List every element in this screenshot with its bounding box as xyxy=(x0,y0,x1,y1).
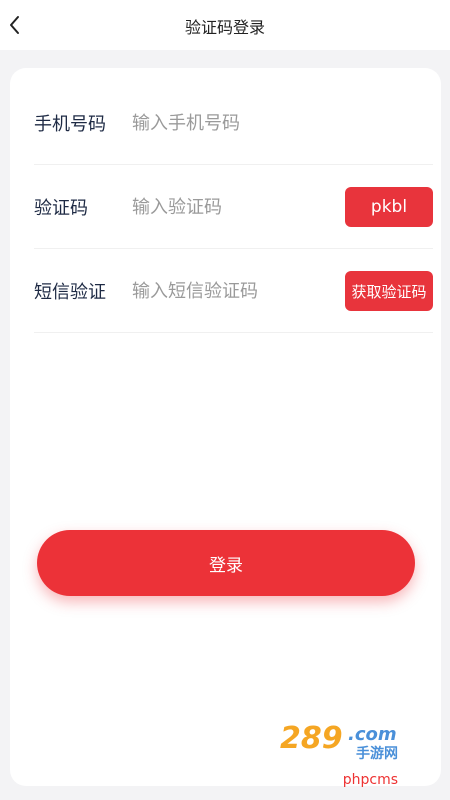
sms-code-input[interactable] xyxy=(132,280,312,302)
captcha-row: 验证码 pkbl xyxy=(34,166,433,249)
footer-watermark-text: phpcms xyxy=(342,772,398,788)
phone-label: 手机号码 xyxy=(34,114,106,135)
get-sms-code-button[interactable]: 获取验证码 xyxy=(345,271,433,311)
svg-text:.com: .com xyxy=(348,724,397,745)
phone-input-wrap xyxy=(132,112,433,134)
captcha-input[interactable] xyxy=(132,196,312,218)
sms-label: 短信验证 xyxy=(34,282,106,303)
phone-input[interactable] xyxy=(132,112,312,134)
nav-bar: 验证码登录 xyxy=(0,0,450,50)
svg-text:289: 289 xyxy=(280,721,343,756)
sms-input-wrap xyxy=(132,280,345,302)
sms-row: 短信验证 获取验证码 xyxy=(34,250,433,333)
captcha-image[interactable]: pkbl xyxy=(345,187,433,227)
page-title: 验证码登录 xyxy=(184,18,265,37)
site-logo-watermark: 289 .com 手游网 xyxy=(280,721,398,760)
login-button[interactable]: 登录 xyxy=(37,530,415,596)
captcha-input-wrap xyxy=(132,196,345,218)
captcha-label: 验证码 xyxy=(34,198,88,219)
svg-text:手游网: 手游网 xyxy=(356,745,398,760)
login-form-card: 手机号码 验证码 pkbl 短信验证 获取验证码 xyxy=(10,68,441,786)
phone-row: 手机号码 xyxy=(34,82,433,165)
